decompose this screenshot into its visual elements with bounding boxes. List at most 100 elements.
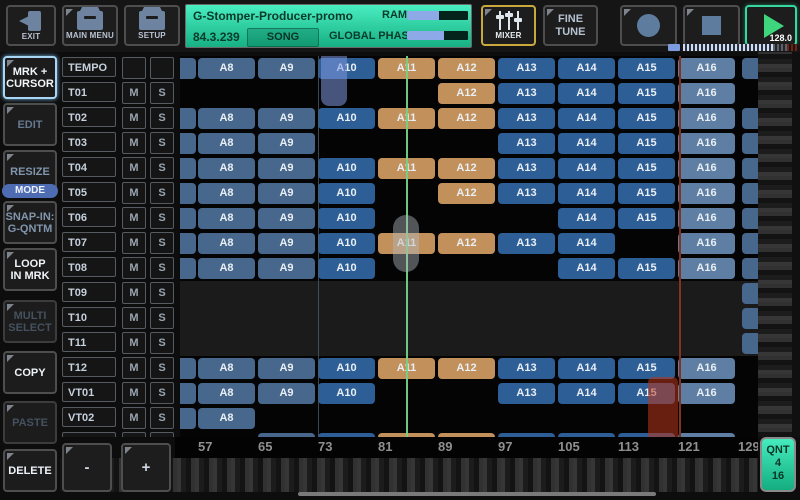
start-marker-overlay[interactable] bbox=[321, 56, 347, 106]
pattern-cell-a14[interactable]: A14 bbox=[558, 83, 615, 104]
track-label-t09[interactable]: T09 bbox=[62, 282, 116, 302]
track-label-t10[interactable]: T10 bbox=[62, 307, 116, 327]
pattern-cell-a13[interactable]: A13 bbox=[498, 133, 555, 154]
pattern-cell-a16[interactable]: A16 bbox=[678, 83, 735, 104]
pattern-cell-a9[interactable]: A9 bbox=[258, 258, 315, 279]
pattern-cell-a14[interactable]: A14 bbox=[558, 183, 615, 204]
play-button[interactable]: 128.0 bbox=[745, 5, 797, 46]
pattern-cell-a14[interactable]: A14 bbox=[558, 383, 615, 404]
solo-button[interactable]: S bbox=[150, 82, 174, 104]
pattern-cell-a15[interactable]: A15 bbox=[618, 208, 675, 229]
pattern-cell-a13[interactable]: A13 bbox=[498, 358, 555, 379]
pattern-cell-a12[interactable]: A12 bbox=[438, 108, 495, 129]
pattern-cell-a8[interactable]: A8 bbox=[198, 158, 255, 179]
pattern-cell-a8[interactable]: A8 bbox=[198, 133, 255, 154]
pattern-cell-a14[interactable]: A14 bbox=[558, 258, 615, 279]
pattern-cell-a14[interactable]: A14 bbox=[558, 58, 615, 79]
pattern-cell-partial[interactable] bbox=[742, 333, 758, 354]
pattern-cell-a8[interactable]: A8 bbox=[198, 258, 255, 279]
pattern-cell-partial[interactable] bbox=[742, 208, 758, 229]
pattern-cell-a8[interactable]: A8 bbox=[198, 108, 255, 129]
pattern-cell-partial[interactable] bbox=[180, 58, 196, 79]
pattern-cell-a13[interactable]: A13 bbox=[498, 83, 555, 104]
mute-button[interactable]: M bbox=[122, 407, 146, 429]
pattern-cell-a9[interactable]: A9 bbox=[258, 358, 315, 379]
pattern-cell-a13[interactable]: A13 bbox=[498, 108, 555, 129]
solo-button[interactable]: S bbox=[150, 357, 174, 379]
pattern-cell-a15[interactable]: A15 bbox=[618, 58, 675, 79]
pattern-cell-a15[interactable]: A15 bbox=[618, 183, 675, 204]
pattern-cell-a8[interactable]: A8 bbox=[198, 358, 255, 379]
pattern-cell-partial[interactable] bbox=[742, 258, 758, 279]
mute-button[interactable]: M bbox=[122, 107, 146, 129]
sidebar-button-edit[interactable]: EDIT bbox=[3, 103, 57, 146]
solo-button[interactable]: S bbox=[150, 207, 174, 229]
pattern-cell-a16[interactable]: A16 bbox=[678, 208, 735, 229]
mute-button[interactable]: M bbox=[122, 382, 146, 404]
pattern-cell-a13[interactable]: A13 bbox=[498, 183, 555, 204]
pattern-cell-a8[interactable]: A8 bbox=[198, 408, 255, 429]
pattern-cell-a14[interactable]: A14 bbox=[558, 133, 615, 154]
pattern-cell-a13[interactable]: A13 bbox=[498, 383, 555, 404]
pattern-cell-a9[interactable]: A9 bbox=[258, 133, 315, 154]
end-marker-overlay[interactable] bbox=[648, 377, 678, 437]
cursor-touch-overlay[interactable] bbox=[393, 215, 419, 272]
mute-button[interactable]: M bbox=[122, 232, 146, 254]
quantize-button[interactable]: QNT416 bbox=[760, 437, 796, 492]
pattern-cell-a12[interactable]: A12 bbox=[438, 158, 495, 179]
solo-button[interactable]: S bbox=[150, 307, 174, 329]
pattern-cell-a15[interactable]: A15 bbox=[618, 358, 675, 379]
track-label-t03[interactable]: T03 bbox=[62, 132, 116, 152]
pattern-cell-a13[interactable]: A13 bbox=[498, 158, 555, 179]
pattern-cell-a8[interactable]: A8 bbox=[198, 208, 255, 229]
pattern-cell-a16[interactable]: A16 bbox=[678, 233, 735, 254]
pattern-cell-a8[interactable]: A8 bbox=[198, 183, 255, 204]
mute-button[interactable]: M bbox=[122, 257, 146, 279]
zoom-out-button[interactable]: - bbox=[62, 443, 112, 492]
track-label-t08[interactable]: T08 bbox=[62, 257, 116, 277]
pattern-cell-partial[interactable] bbox=[742, 233, 758, 254]
solo-button[interactable]: S bbox=[150, 332, 174, 354]
mute-button[interactable]: M bbox=[122, 82, 146, 104]
pattern-cell-a16[interactable]: A16 bbox=[678, 383, 735, 404]
exit-button[interactable]: EXIT bbox=[6, 5, 56, 46]
pattern-cell-a12[interactable]: A12 bbox=[438, 358, 495, 379]
track-label-t04[interactable]: T04 bbox=[62, 157, 116, 177]
sidebar-button-copy[interactable]: COPY bbox=[3, 351, 57, 394]
pattern-cell-a9[interactable]: A9 bbox=[258, 208, 315, 229]
mute-button[interactable]: M bbox=[122, 432, 146, 437]
pattern-cell-partial[interactable] bbox=[180, 183, 196, 204]
pattern-cell-partial[interactable] bbox=[742, 283, 758, 304]
mute-button[interactable]: M bbox=[122, 357, 146, 379]
mute-button[interactable]: M bbox=[122, 182, 146, 204]
pattern-cell-partial[interactable] bbox=[742, 133, 758, 154]
track-label-t06[interactable]: T06 bbox=[62, 207, 116, 227]
pattern-cell-a14[interactable]: A14 bbox=[558, 158, 615, 179]
pattern-cell-a16[interactable]: A16 bbox=[678, 183, 735, 204]
solo-button[interactable]: S bbox=[150, 257, 174, 279]
pattern-cell-a14[interactable]: A14 bbox=[558, 208, 615, 229]
pattern-cell-a15[interactable]: A15 bbox=[618, 108, 675, 129]
vertical-scrollbar[interactable] bbox=[758, 52, 792, 437]
pattern-cell-a9[interactable]: A9 bbox=[258, 108, 315, 129]
pattern-cell-a16[interactable]: A16 bbox=[678, 133, 735, 154]
pattern-cell-partial[interactable] bbox=[180, 258, 196, 279]
track-label-t07[interactable]: T07 bbox=[62, 232, 116, 252]
record-button[interactable] bbox=[620, 5, 677, 46]
mixer-button[interactable]: MIXER bbox=[481, 5, 536, 46]
track-label-t12[interactable]: T12 bbox=[62, 357, 116, 377]
track-label-vt02[interactable]: VT02 bbox=[62, 407, 116, 427]
sidebar-button-paste[interactable]: PASTE bbox=[3, 401, 57, 444]
pattern-cell-a10[interactable]: A10 bbox=[318, 383, 375, 404]
stop-button[interactable] bbox=[683, 5, 740, 46]
track-label-t01[interactable]: T01 bbox=[62, 82, 116, 102]
pattern-cell-a10[interactable]: A10 bbox=[318, 183, 375, 204]
solo-button[interactable]: S bbox=[150, 182, 174, 204]
solo-button[interactable]: S bbox=[150, 107, 174, 129]
sidebar-button-snap-in[interactable]: SNAP-IN:G-QNTM bbox=[3, 201, 57, 244]
pattern-cell-a10[interactable]: A10 bbox=[318, 208, 375, 229]
pattern-cell-partial[interactable] bbox=[180, 133, 196, 154]
song-mode-button[interactable]: SONG bbox=[247, 28, 319, 47]
pattern-cell-a10[interactable]: A10 bbox=[318, 233, 375, 254]
solo-button[interactable]: S bbox=[150, 407, 174, 429]
